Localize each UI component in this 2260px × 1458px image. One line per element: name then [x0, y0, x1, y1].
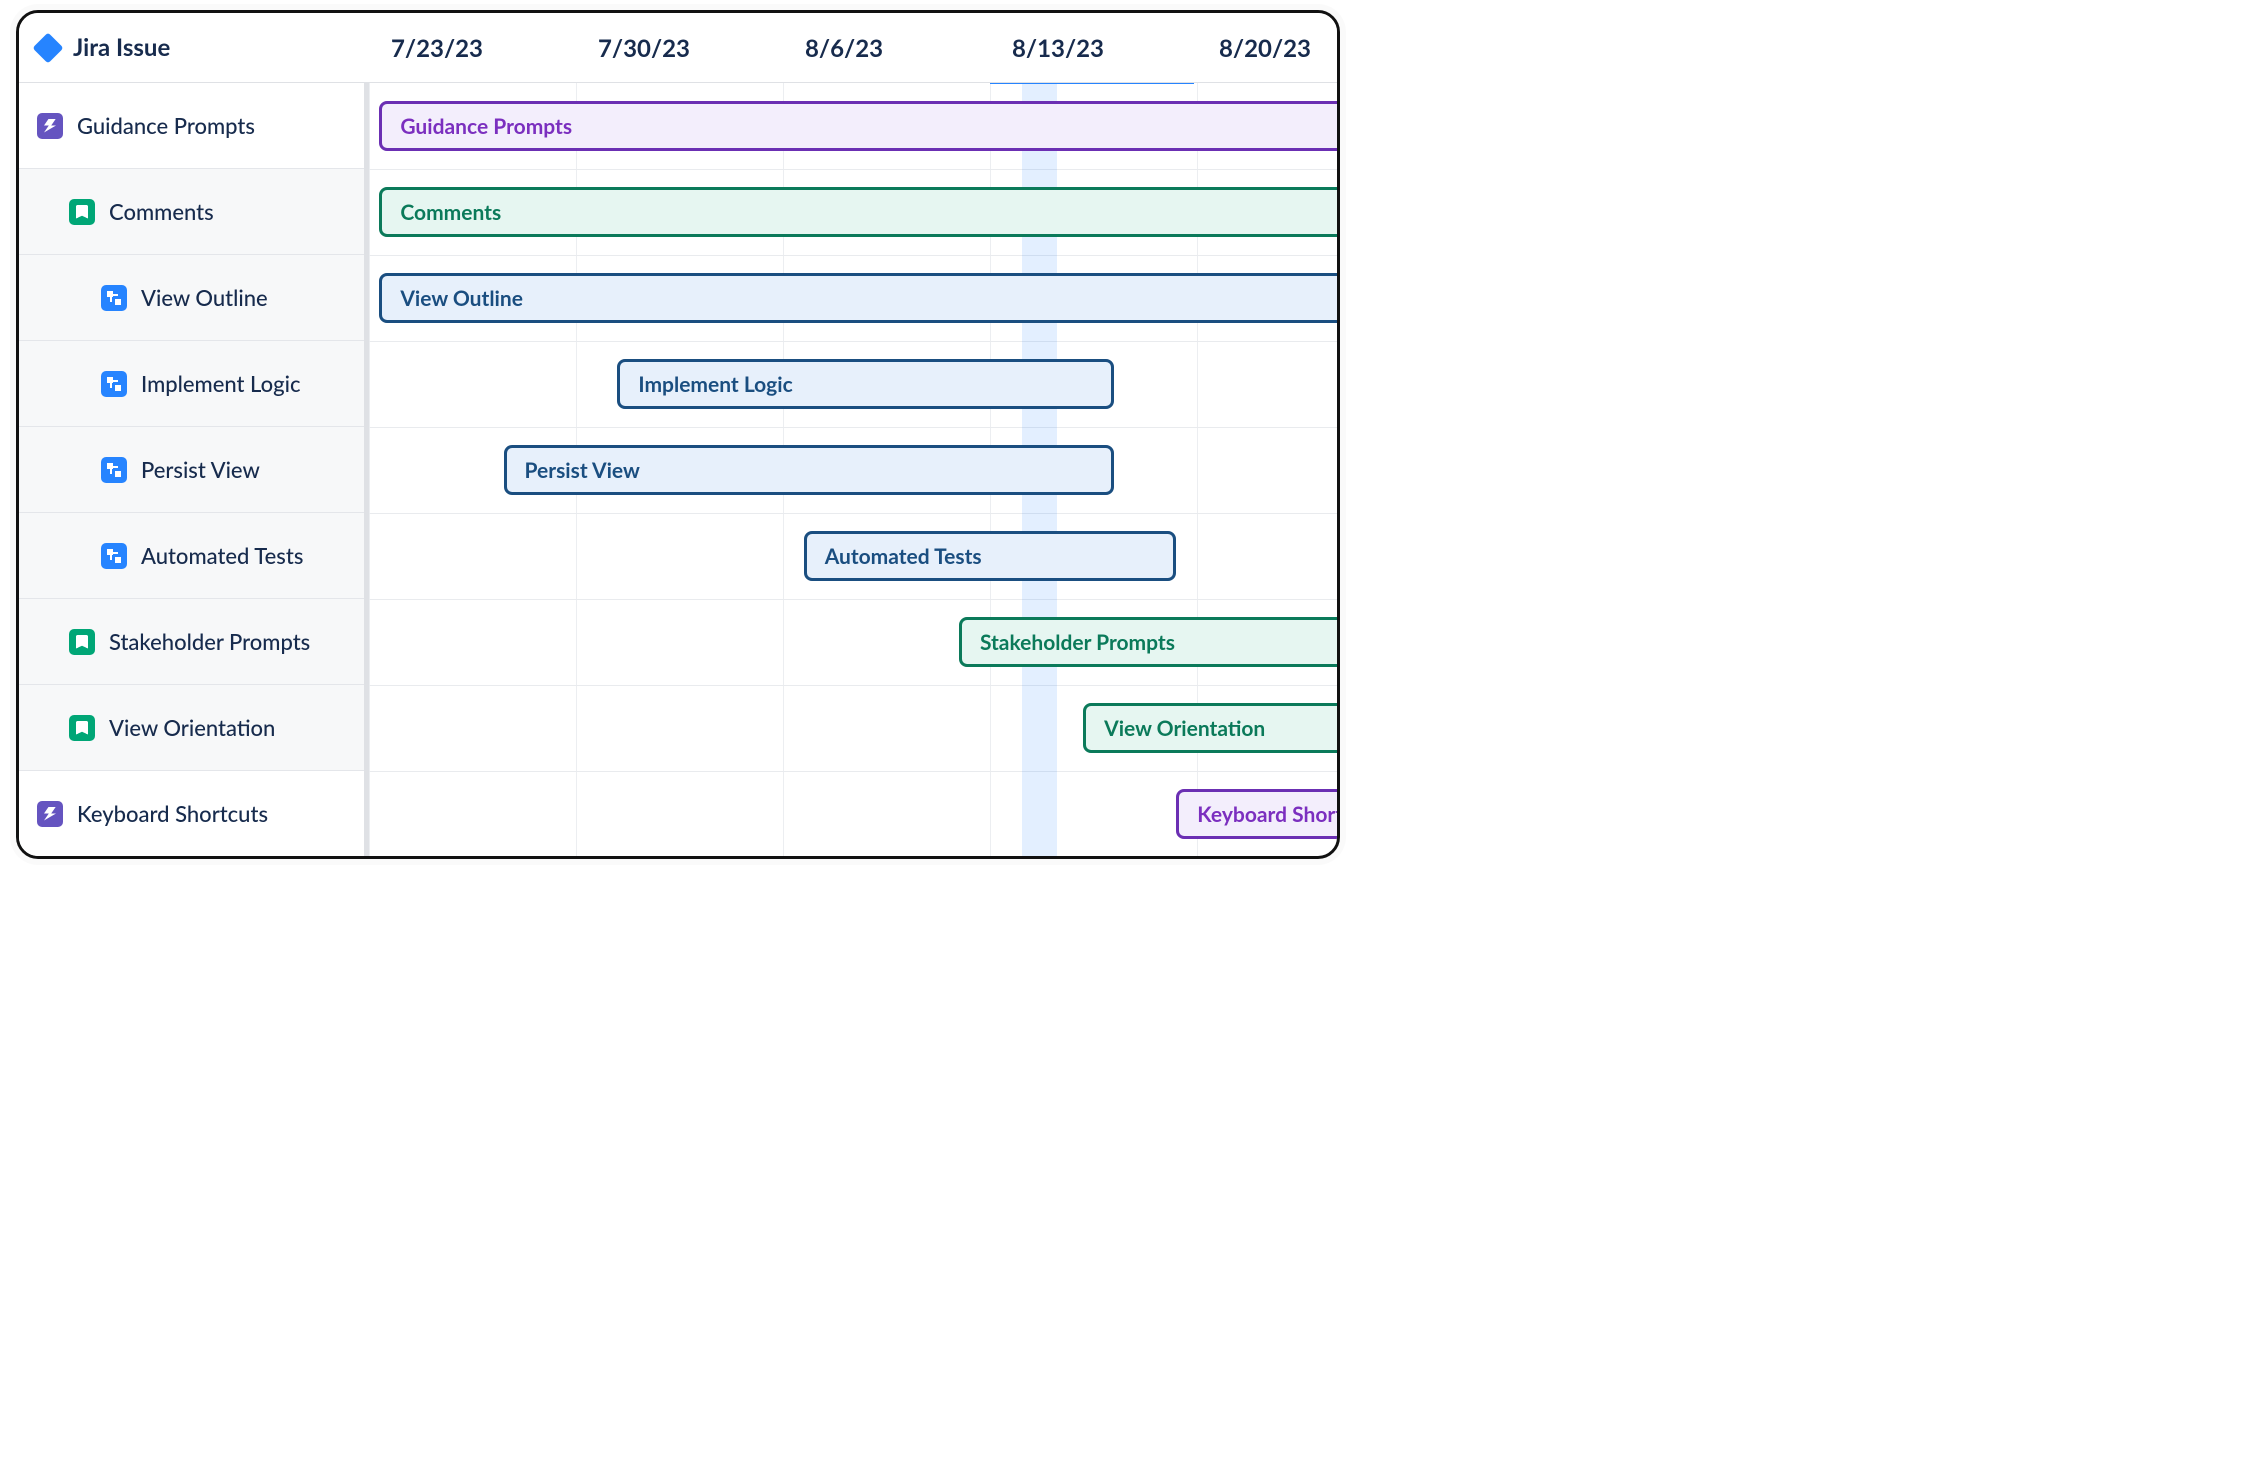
- sidebar-item-label: Stakeholder Prompts: [109, 628, 310, 655]
- active-date-underline: [990, 83, 1194, 84]
- timeline-date-header: 7/23/23 7/30/23 8/6/23 8/13/23 8/20/23: [369, 13, 1337, 82]
- gantt-bar-stake[interactable]: Stakeholder Prompts: [959, 617, 1337, 667]
- subtask-icon: [101, 543, 127, 569]
- sidebar-item-impl[interactable]: Implement Logic: [19, 341, 364, 427]
- story-bookmark-icon: [69, 629, 95, 655]
- gantt-chart[interactable]: Guidance Prompts Comments View Outline Impl…: [369, 83, 1337, 856]
- sidebar-item-label: Keyboard Shortcuts: [77, 800, 268, 827]
- gridline-horizontal: [369, 427, 1337, 428]
- header-title: Jira Issue: [73, 33, 170, 62]
- gantt-bar-comments[interactable]: Comments: [379, 187, 1337, 237]
- sidebar-item-label: Implement Logic: [141, 370, 300, 397]
- jira-diamond-icon: [32, 32, 63, 63]
- body: Guidance Prompts Comments View Outline Impl…: [19, 83, 1337, 856]
- app-frame: Jira Issue 7/23/23 7/30/23 8/6/23 8/13/23 8/…: [16, 10, 1340, 859]
- gridline-vertical: [369, 83, 370, 856]
- issue-sidebar: Guidance Prompts Comments View Outline Impl…: [19, 83, 369, 856]
- sidebar-item-persist[interactable]: Persist View: [19, 427, 364, 513]
- sidebar-item-autotests[interactable]: Automated Tests: [19, 513, 364, 599]
- sidebar-item-comments[interactable]: Comments: [19, 169, 364, 255]
- header: Jira Issue 7/23/23 7/30/23 8/6/23 8/13/23 8/…: [19, 13, 1337, 83]
- gantt-bar-impl[interactable]: Implement Logic: [617, 359, 1114, 409]
- subtask-icon: [101, 371, 127, 397]
- gridline-horizontal: [369, 513, 1337, 514]
- sidebar-item-label: Automated Tests: [141, 542, 303, 569]
- gantt-bar-guidance[interactable]: Guidance Prompts: [379, 101, 1337, 151]
- sidebar-item-label: View Outline: [141, 284, 268, 311]
- sidebar-item-viewoutline[interactable]: View Outline: [19, 255, 364, 341]
- sidebar-item-vieworient[interactable]: View Orientation: [19, 685, 364, 771]
- gantt-bar-vieworient[interactable]: View Orientation: [1083, 703, 1337, 753]
- sidebar-item-stake[interactable]: Stakeholder Prompts: [19, 599, 364, 685]
- gridline-horizontal: [369, 341, 1337, 342]
- epic-bolt-icon: [37, 113, 63, 139]
- gridline-horizontal: [369, 771, 1337, 772]
- gridline-horizontal: [369, 169, 1337, 170]
- sidebar-item-label: View Orientation: [109, 714, 275, 741]
- sidebar-item-label: Guidance Prompts: [77, 112, 255, 139]
- gantt-bar-viewoutline[interactable]: View Outline: [379, 273, 1337, 323]
- sidebar-item-label: Comments: [109, 198, 214, 225]
- date-column-0: 7/23/23: [369, 13, 483, 83]
- sidebar-item-keysc[interactable]: Keyboard Shortcuts: [19, 771, 364, 857]
- sidebar-item-label: Persist View: [141, 456, 260, 483]
- gantt-bar-keysc[interactable]: Keyboard Shortcuts: [1176, 789, 1337, 839]
- gridline-horizontal: [369, 255, 1337, 256]
- gantt-bar-autotests[interactable]: Automated Tests: [804, 531, 1177, 581]
- sidebar-item-guidance[interactable]: Guidance Prompts: [19, 83, 364, 169]
- gridline-horizontal: [369, 599, 1337, 600]
- date-column-1: 7/30/23: [576, 13, 690, 83]
- header-title-area: Jira Issue: [19, 13, 369, 82]
- date-column-2: 8/6/23: [783, 13, 883, 83]
- story-bookmark-icon: [69, 199, 95, 225]
- date-column-3: 8/13/23: [990, 13, 1104, 83]
- gantt-bar-persist[interactable]: Persist View: [504, 445, 1115, 495]
- subtask-icon: [101, 457, 127, 483]
- gridline-horizontal: [369, 685, 1337, 686]
- date-column-4: 8/20/23: [1197, 13, 1311, 83]
- subtask-icon: [101, 285, 127, 311]
- story-bookmark-icon: [69, 715, 95, 741]
- epic-bolt-icon: [37, 801, 63, 827]
